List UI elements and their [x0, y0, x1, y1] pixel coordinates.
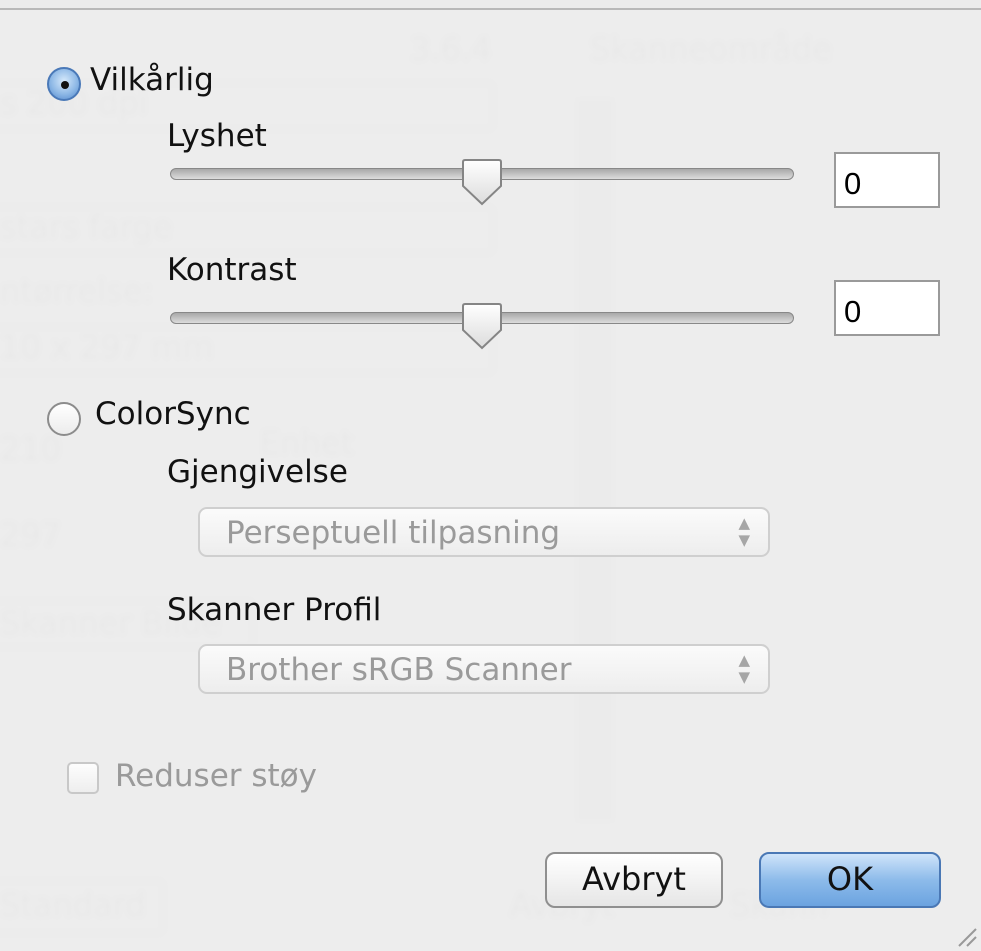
up-down-arrows-icon: ▲ ▼	[738, 651, 750, 686]
rendering-popup[interactable]: Perseptuell tilpasning ▲ ▼	[198, 507, 770, 557]
cancel-button[interactable]: Avbryt	[545, 852, 723, 908]
reduce-noise-label: Reduser støy	[115, 758, 317, 794]
contrast-label: Kontrast	[167, 252, 297, 288]
color-adjustment-dialog: Vilkårlig Lyshet Kontrast ColorSync Gjen…	[0, 8, 981, 951]
scanner-profile-label: Skanner Profil	[167, 592, 382, 628]
colorsync-radio-label: ColorSync	[95, 396, 251, 432]
custom-radio-label: Vilkårlig	[90, 62, 214, 98]
colorsync-radio[interactable]	[47, 402, 81, 436]
contrast-input[interactable]	[834, 280, 940, 336]
scanner-profile-popup[interactable]: Brother sRGB Scanner ▲ ▼	[198, 644, 770, 694]
rendering-popup-value: Perseptuell tilpasning	[226, 515, 561, 551]
ok-button[interactable]: OK	[759, 852, 941, 908]
custom-radio[interactable]	[47, 67, 81, 101]
radio-selected-dot	[61, 81, 69, 89]
resize-grip-icon[interactable]	[955, 925, 977, 947]
brightness-slider-thumb[interactable]	[459, 158, 505, 206]
brightness-input[interactable]	[834, 152, 940, 208]
brightness-label: Lyshet	[167, 118, 267, 154]
contrast-slider-thumb[interactable]	[459, 302, 505, 350]
rendering-label: Gjengivelse	[167, 454, 348, 490]
reduce-noise-checkbox[interactable]	[67, 762, 99, 794]
scanner-profile-popup-value: Brother sRGB Scanner	[226, 652, 572, 688]
up-down-arrows-icon: ▲ ▼	[738, 514, 750, 549]
